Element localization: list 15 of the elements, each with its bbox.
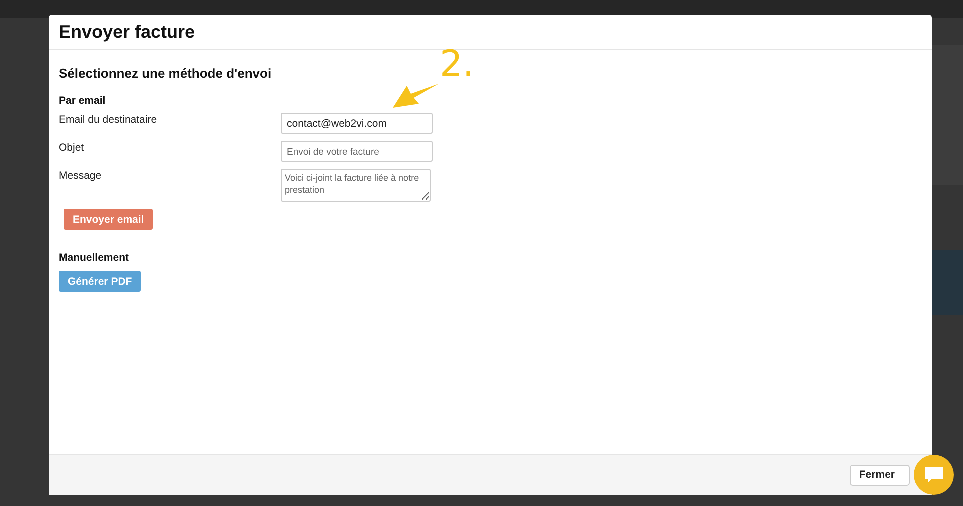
message-field[interactable]: Voici ci-joint la facture liée à notre prestation (281, 169, 431, 202)
field-label: Objet (59, 141, 86, 156)
close-button[interactable]: Fermer (850, 464, 910, 486)
section-title: Sélectionnez une méthode d'envoi (59, 66, 273, 81)
modal-title: Envoyer facture (59, 21, 196, 43)
annotation-label: 2. (440, 44, 474, 85)
field-label: Email du destinataire (59, 113, 158, 128)
group-heading: Par email (59, 95, 107, 107)
chat-bubble-icon (924, 466, 944, 484)
field-label: Message (59, 169, 103, 184)
group-heading: Manuellement (59, 252, 130, 264)
backdrop-panel (932, 250, 963, 315)
text-field[interactable]: Envoi de votre facture (281, 141, 433, 162)
text-field[interactable]: contact@web2vi.com (281, 113, 433, 134)
chat-button[interactable] (914, 455, 954, 495)
